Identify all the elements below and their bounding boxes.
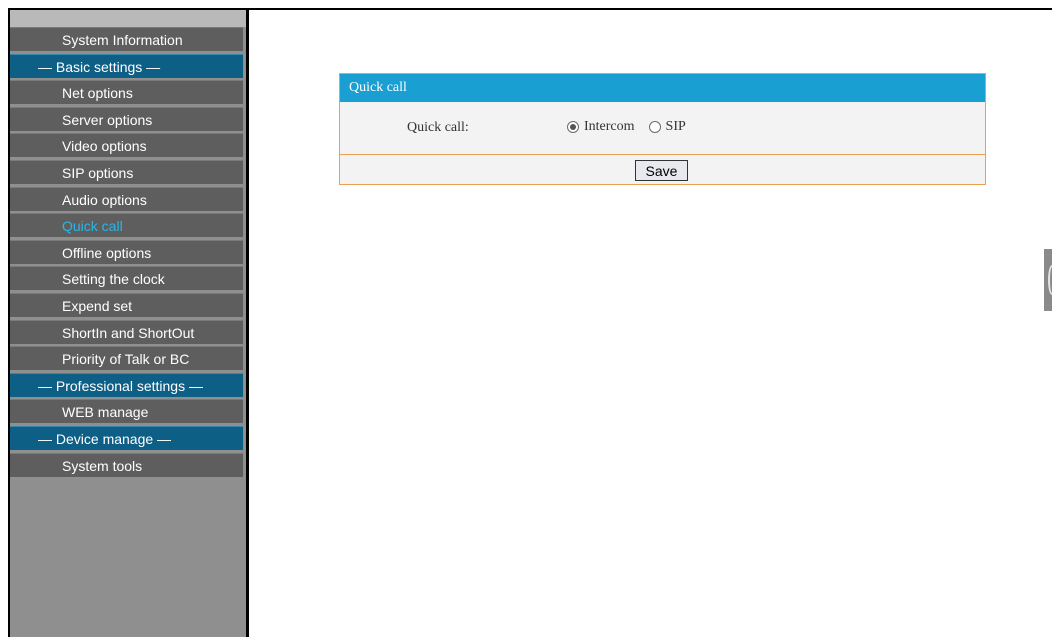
- side-scroll-tab-icon[interactable]: [1044, 249, 1052, 311]
- sidebar-item-net-options[interactable]: Net options: [10, 80, 243, 105]
- sidebar-item-web-manage[interactable]: WEB manage: [10, 399, 243, 424]
- radio-sip-circle[interactable]: [648, 121, 661, 133]
- sidebar-item-video-options[interactable]: Video options: [10, 133, 243, 158]
- radio-intercom-circle[interactable]: [567, 121, 579, 133]
- radio-sip-label: SIP: [665, 119, 686, 134]
- sidebar-header-professional-settings: — Professional settings —: [10, 372, 243, 397]
- radio-intercom-label: Intercom: [584, 119, 635, 134]
- sidebar-header-basic-settings: — Basic settings —: [10, 53, 243, 78]
- quick-call-label: Quick call:: [407, 120, 469, 135]
- sidebar-item-setting-the-clock[interactable]: Setting the clock: [10, 266, 243, 291]
- sidebar-item-offline-options[interactable]: Offline options: [10, 239, 243, 264]
- sidebar: System Information — Basic settings — Ne…: [10, 10, 246, 637]
- sidebar-divider: [246, 10, 249, 637]
- sidebar-item-expend-set[interactable]: Expend set: [10, 292, 243, 317]
- save-row: Save: [340, 155, 985, 185]
- sidebar-top-strip: [10, 10, 246, 27]
- quick-call-radio-group: Intercom SIP: [567, 119, 700, 135]
- panel-title: Quick call: [340, 74, 985, 102]
- quick-call-row: Quick call: Intercom SIP: [340, 102, 985, 155]
- radio-sip[interactable]: SIP: [648, 119, 686, 135]
- sidebar-item-quick-call[interactable]: Quick call: [10, 213, 243, 238]
- radio-intercom[interactable]: Intercom: [567, 119, 635, 135]
- sidebar-item-system-tools[interactable]: System tools: [10, 452, 243, 477]
- sidebar-item-server-options[interactable]: Server options: [10, 106, 243, 131]
- sidebar-item-system-information[interactable]: System Information: [10, 27, 243, 51]
- sidebar-header-device-manage: — Device manage —: [10, 425, 243, 450]
- quick-call-panel: Quick call Quick call: Intercom SIP Save: [339, 73, 986, 185]
- sidebar-item-sip-options[interactable]: SIP options: [10, 159, 243, 184]
- save-button[interactable]: Save: [635, 160, 688, 181]
- sidebar-menu: System Information — Basic settings — Ne…: [10, 27, 243, 479]
- sidebar-item-audio-options[interactable]: Audio options: [10, 186, 243, 211]
- sidebar-item-shortin-shortout[interactable]: ShortIn and ShortOut: [10, 319, 243, 344]
- sidebar-item-priority-talk-bc[interactable]: Priority of Talk or BC: [10, 346, 243, 371]
